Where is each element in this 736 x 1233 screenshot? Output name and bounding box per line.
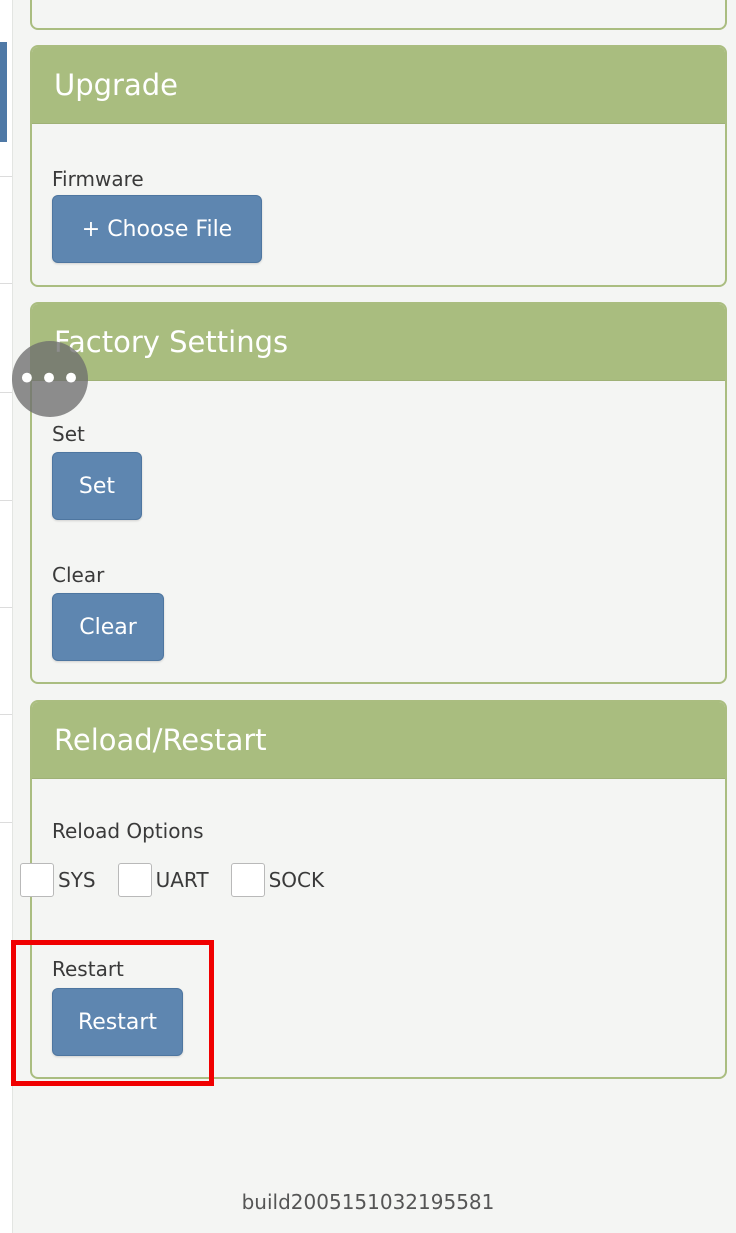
uart-checkbox[interactable]	[117, 863, 152, 897]
sys-checkbox[interactable]	[20, 863, 54, 897]
restart-button[interactable]: Restart	[52, 988, 183, 1056]
upgrade-panel: Upgrade Firmware + Choose File	[30, 45, 727, 287]
factory-settings-panel: Factory Settings Set Set Clear Clear	[30, 302, 727, 684]
divider	[0, 283, 12, 284]
divider	[0, 607, 12, 608]
sys-checkbox-label: SYS	[58, 868, 96, 892]
factory-settings-panel-title: Factory Settings	[32, 304, 725, 381]
divider	[0, 822, 12, 823]
reload-options-label: Reload Options	[52, 819, 204, 843]
sock-checkbox[interactable]	[230, 863, 265, 897]
reload-option-sock[interactable]: SOCK	[230, 863, 325, 897]
divider	[0, 392, 12, 393]
reload-option-uart[interactable]: UART	[117, 863, 209, 897]
reload-option-sys[interactable]: SYS	[20, 863, 96, 897]
clear-label: Clear	[52, 563, 105, 587]
divider	[0, 176, 12, 177]
more-dots-icon: •••	[16, 359, 84, 399]
previous-panel-bottom	[30, 0, 727, 30]
divider	[0, 500, 12, 501]
reload-options-group: SYS UART SOCK	[20, 863, 346, 897]
set-button[interactable]: Set	[52, 452, 142, 520]
side-panel-edge	[0, 0, 13, 1233]
choose-file-button[interactable]: + Choose File	[52, 195, 262, 263]
upgrade-panel-title: Upgrade	[32, 47, 725, 124]
more-options-floating-button[interactable]: •••	[12, 341, 88, 417]
set-label: Set	[52, 422, 85, 446]
reload-restart-panel-title: Reload/Restart	[32, 702, 725, 779]
firmware-label: Firmware	[52, 167, 144, 191]
divider	[0, 714, 12, 715]
sock-checkbox-label: SOCK	[268, 868, 325, 892]
side-panel-active-tab[interactable]	[0, 42, 7, 142]
restart-label: Restart	[52, 957, 124, 981]
clear-button[interactable]: Clear	[52, 593, 164, 661]
uart-checkbox-label: UART	[155, 868, 209, 892]
page: Upgrade Firmware + Choose File Factory S…	[0, 0, 736, 1233]
build-number: build2005151032195581	[241, 1190, 495, 1214]
